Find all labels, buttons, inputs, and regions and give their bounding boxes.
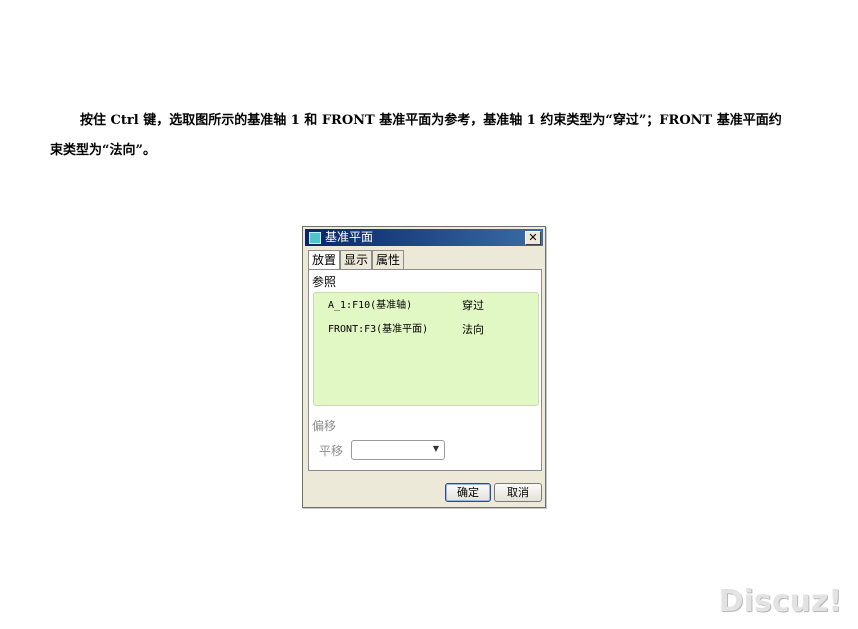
tab-display[interactable]: 显示 bbox=[340, 250, 373, 269]
datum-plane-dialog: 基准平面 ✕ 放置 显示 属性 参照 A_1:F10(基准轴) 穿过 FRONT… bbox=[302, 226, 546, 508]
title-bar[interactable]: 基准平面 ✕ bbox=[305, 229, 543, 246]
translate-select[interactable]: ▼ bbox=[351, 440, 445, 460]
list-item[interactable]: FRONT:F3(基准平面) 法向 bbox=[328, 322, 538, 338]
constraint-type[interactable]: 穿过 bbox=[462, 298, 484, 314]
constraint-type[interactable]: 法向 bbox=[462, 322, 484, 338]
tab-bar: 放置 显示 属性 bbox=[308, 250, 405, 270]
placement-panel: 参照 A_1:F10(基准轴) 穿过 FRONT:F3(基准平面) 法向 偏移 … bbox=[308, 269, 542, 471]
watermark-logo: Discuz! bbox=[718, 584, 842, 619]
references-list[interactable]: A_1:F10(基准轴) 穿过 FRONT:F3(基准平面) 法向 bbox=[313, 292, 539, 406]
chevron-down-icon[interactable]: ▼ bbox=[433, 444, 439, 453]
dialog-title: 基准平面 bbox=[325, 230, 374, 244]
tab-properties[interactable]: 属性 bbox=[372, 250, 405, 269]
offset-label: 偏移 bbox=[312, 419, 337, 433]
reference-name: A_1:F10(基准轴) bbox=[328, 300, 413, 311]
cancel-button[interactable]: 取消 bbox=[494, 483, 542, 502]
references-label: 参照 bbox=[312, 275, 337, 289]
reference-name: FRONT:F3(基准平面) bbox=[328, 324, 429, 335]
tab-placement[interactable]: 放置 bbox=[308, 250, 341, 270]
close-icon[interactable]: ✕ bbox=[525, 231, 541, 245]
ok-button[interactable]: 确定 bbox=[445, 483, 491, 502]
list-item[interactable]: A_1:F10(基准轴) 穿过 bbox=[328, 298, 538, 314]
app-icon bbox=[309, 232, 321, 244]
translate-label: 平移 bbox=[319, 444, 344, 458]
instruction-text: 按住 Ctrl 键，选取图所示的基准轴 1 和 FRONT 基准平面为参考，基准… bbox=[50, 113, 782, 158]
